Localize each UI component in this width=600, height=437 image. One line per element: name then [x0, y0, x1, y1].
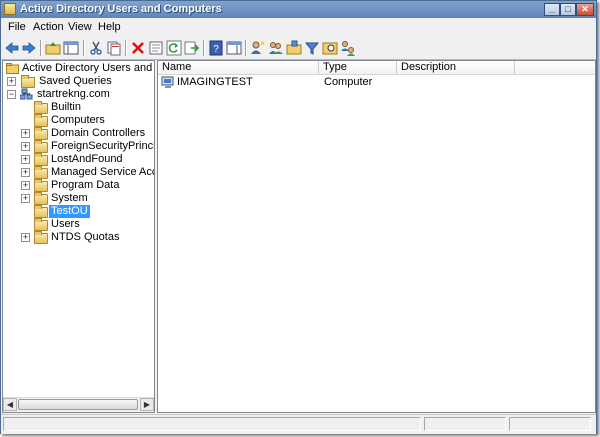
export-list-icon[interactable]	[184, 40, 200, 56]
forward-icon[interactable]	[21, 40, 37, 56]
scroll-right-icon[interactable]: ▶	[140, 398, 154, 411]
table-row[interactable]: IMAGINGTEST	[161, 76, 321, 90]
column-header-description[interactable]: Description	[397, 61, 515, 75]
ou-folder-icon	[34, 205, 48, 218]
help-icon[interactable]: ?	[208, 40, 224, 56]
ou-folder-icon	[34, 127, 48, 140]
refresh-icon[interactable]	[166, 40, 182, 56]
action-pane-icon[interactable]	[226, 40, 242, 56]
folder-icon	[34, 101, 48, 114]
expand-icon[interactable]: +	[21, 129, 30, 138]
column-header-name[interactable]: Name	[158, 61, 319, 75]
status-panel	[509, 417, 591, 431]
menu-file[interactable]: File	[8, 21, 26, 33]
minimize-button[interactable]: _	[544, 3, 560, 16]
folder-icon	[34, 166, 48, 179]
status-panel	[3, 417, 421, 431]
scroll-left-icon[interactable]: ◀	[3, 398, 17, 411]
folder-icon	[34, 140, 48, 153]
collapse-icon[interactable]: −	[7, 90, 16, 99]
filter-icon[interactable]	[304, 40, 320, 56]
up-folder-icon[interactable]	[45, 40, 61, 56]
close-button[interactable]: ✕	[576, 3, 594, 16]
delete-icon[interactable]	[130, 40, 146, 56]
folder-icon	[34, 218, 48, 231]
menu-view[interactable]: View	[68, 21, 92, 33]
domain-icon	[19, 88, 34, 101]
computer-icon	[161, 76, 175, 89]
column-header-type[interactable]: Type	[319, 61, 397, 75]
expand-icon[interactable]: +	[21, 155, 30, 164]
details-pane: Name Type Description IMAGINGTEST Comput…	[157, 60, 596, 413]
expand-icon[interactable]: +	[21, 168, 30, 177]
folder-icon	[34, 179, 48, 192]
menu-bar: File Action View Help	[1, 18, 596, 38]
maximize-button[interactable]: □	[560, 3, 576, 16]
folder-icon	[21, 75, 35, 88]
menu-help[interactable]: Help	[98, 21, 121, 33]
expand-icon[interactable]: +	[7, 77, 16, 86]
show-console-tree-icon[interactable]	[63, 40, 79, 56]
title-bar[interactable]: Active Directory Users and Computers _ □…	[1, 1, 596, 19]
add-to-group-icon[interactable]	[340, 40, 356, 56]
status-bar	[1, 414, 596, 434]
window-title: Active Directory Users and Computers	[20, 3, 222, 15]
find-icon[interactable]	[322, 40, 338, 56]
aduc-root-icon	[6, 63, 19, 74]
scroll-thumb[interactable]	[18, 399, 138, 410]
expand-icon[interactable]: +	[21, 181, 30, 190]
console-tree: Active Directory Users and Comput + Save…	[2, 60, 155, 413]
back-icon[interactable]	[4, 40, 20, 56]
copy-icon[interactable]	[106, 40, 122, 56]
column-header-filler	[515, 61, 595, 75]
cut-icon[interactable]	[88, 40, 104, 56]
menu-action[interactable]: Action	[33, 21, 64, 33]
folder-icon	[34, 231, 48, 244]
new-group-icon[interactable]	[268, 40, 284, 56]
folder-icon	[34, 114, 48, 127]
status-panel	[424, 417, 506, 431]
toolbar: ?	[1, 37, 596, 60]
properties-icon[interactable]	[148, 40, 164, 56]
tree-horizontal-scrollbar[interactable]: ◀ ▶	[3, 397, 154, 412]
app-window: Active Directory Users and Computers _ □…	[0, 0, 597, 434]
expand-icon[interactable]: +	[21, 194, 30, 203]
svg-text:?: ?	[213, 44, 219, 55]
tree-root[interactable]: Active Directory Users and Comput	[6, 62, 154, 75]
new-ou-icon[interactable]	[286, 40, 302, 56]
folder-icon	[34, 153, 48, 166]
selected-node-label: TestOU	[49, 205, 90, 218]
expand-icon[interactable]: +	[21, 142, 30, 151]
new-user-icon[interactable]	[250, 40, 266, 56]
row-type: Computer	[324, 76, 373, 88]
app-icon	[4, 3, 16, 15]
folder-icon	[34, 192, 48, 205]
expand-icon[interactable]: +	[21, 233, 30, 242]
